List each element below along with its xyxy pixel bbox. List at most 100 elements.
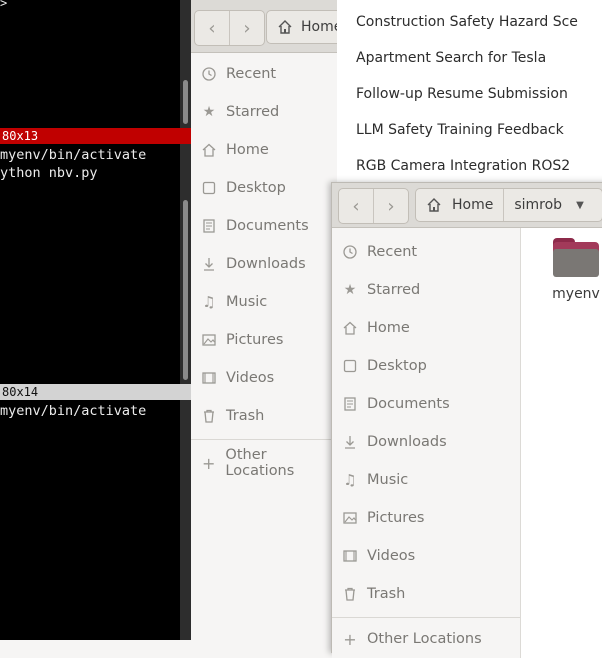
terminal-scroll-thumb[interactable]: [183, 80, 188, 124]
terminal-prompt: >: [0, 0, 8, 10]
menu-item[interactable]: Construction Safety Hazard Sce: [356, 12, 578, 32]
file-view[interactable]: myenv: [521, 228, 602, 658]
terminal-pane1[interactable]: myenv/bin/activate ython nbv.py: [0, 146, 180, 382]
path-bar: Home simrob ▼: [415, 188, 602, 222]
plus-icon: +: [343, 629, 357, 649]
sidebar-item-label: Home: [367, 320, 410, 336]
music-icon: ♫: [343, 471, 357, 489]
chevron-left-icon: ‹: [208, 17, 216, 39]
sidebar-item-label: Music: [226, 294, 268, 310]
sidebar-item-label: Starred: [226, 104, 280, 120]
sidebar-separator: [332, 617, 520, 618]
terminal-pane1-size: 80x13: [2, 129, 39, 143]
sidebar-item-label: Trash: [367, 586, 406, 602]
sidebar-item-label: Videos: [367, 548, 416, 564]
forward-button[interactable]: ›: [374, 189, 408, 223]
clock-icon: [342, 244, 358, 260]
sidebar-item-videos[interactable]: Videos: [191, 359, 336, 397]
picture-icon: [201, 332, 217, 348]
terminal-pane2[interactable]: myenv/bin/activate: [0, 402, 180, 640]
sidebar: Recent ★ Starred Home Desktop Documents …: [332, 228, 521, 658]
terminal-scroll-thumb-2[interactable]: [183, 200, 188, 380]
terminal-line: ython nbv.py: [0, 165, 98, 181]
desktop-icon: [342, 358, 358, 374]
caret-down-icon: ▼: [576, 199, 584, 211]
sidebar-separator: [191, 439, 336, 440]
sidebar-item-recent[interactable]: Recent: [191, 55, 336, 93]
home-icon: [342, 320, 358, 336]
chevron-left-icon: ‹: [352, 195, 360, 217]
menu-item[interactable]: Apartment Search for Tesla: [356, 48, 546, 68]
path-simrob-button[interactable]: simrob ▼: [504, 189, 593, 221]
download-icon: [342, 434, 358, 450]
folder-icon[interactable]: [553, 238, 599, 278]
home-icon: [278, 20, 292, 34]
sidebar-item-label: Starred: [367, 282, 421, 298]
sidebar-item-label: Pictures: [367, 510, 425, 526]
folder-label[interactable]: myenv: [543, 286, 602, 302]
terminal-line: myenv/bin/activate: [0, 147, 147, 163]
home-icon: [201, 142, 217, 158]
sidebar-item-label: Other Locations: [225, 447, 295, 479]
menu-item[interactable]: RGB Camera Integration ROS2: [356, 156, 570, 176]
sidebar-item-home[interactable]: Home: [332, 309, 520, 347]
menu-item[interactable]: LLM Safety Training Feedback: [356, 120, 564, 140]
sidebar-item-trash[interactable]: Trash: [191, 397, 336, 435]
music-icon: ♫: [202, 293, 216, 311]
sidebar-item-other-locations[interactable]: + Other Locations: [332, 620, 520, 658]
document-icon: [342, 396, 358, 412]
sidebar-item-other-locations[interactable]: + Other Locations: [191, 444, 336, 482]
sidebar-item-label: Trash: [226, 408, 265, 424]
sidebar-item-pictures[interactable]: Pictures: [332, 499, 520, 537]
sidebar-item-label: Home: [226, 142, 269, 158]
terminal-pane2-size: 80x14: [2, 385, 39, 399]
trash-icon: [342, 586, 358, 602]
nav-buttons: ‹ ›: [194, 10, 265, 46]
terminal-pane1-titlebar[interactable]: 80x13: [0, 128, 191, 144]
sidebar-item-label: Other Locations: [367, 631, 482, 647]
home-icon: [427, 198, 441, 212]
sidebar-item-label: Downloads: [226, 256, 306, 272]
sidebar-item-desktop[interactable]: Desktop: [191, 169, 336, 207]
sidebar-item-videos[interactable]: Videos: [332, 537, 520, 575]
sidebar-item-label: Recent: [367, 244, 418, 260]
sidebar-item-documents[interactable]: Documents: [332, 385, 520, 423]
sidebar-item-label: Documents: [226, 218, 309, 234]
sidebar-item-starred[interactable]: ★ Starred: [332, 271, 520, 309]
document-icon: [201, 218, 217, 234]
sidebar-item-pictures[interactable]: Pictures: [191, 321, 336, 359]
sidebar-item-documents[interactable]: Documents: [191, 207, 336, 245]
star-icon: ★: [343, 282, 357, 298]
terminal-scrollbar[interactable]: [180, 0, 191, 640]
back-button[interactable]: ‹: [339, 189, 374, 223]
sidebar-item-recent[interactable]: Recent: [332, 233, 520, 271]
nav-buttons: ‹ ›: [338, 188, 409, 224]
path-label: Home: [452, 197, 494, 213]
video-icon: [201, 370, 217, 386]
chevron-right-icon: ›: [243, 17, 251, 39]
files-window-front[interactable]: ‹ › Home simrob ▼ Recent ★ Starred Home: [331, 182, 602, 658]
sidebar-item-home[interactable]: Home: [191, 131, 336, 169]
forward-button[interactable]: ›: [230, 11, 264, 45]
terminal-window[interactable]: > 80x13 myenv/bin/activate ython nbv.py …: [0, 0, 191, 640]
sidebar-item-music[interactable]: ♫ Music: [191, 283, 336, 321]
sidebar-item-downloads[interactable]: Downloads: [191, 245, 336, 283]
menu-item[interactable]: Follow-up Resume Submission: [356, 84, 568, 104]
sidebar-item-label: Desktop: [367, 358, 427, 374]
sidebar-item-trash[interactable]: Trash: [332, 575, 520, 613]
sidebar-item-starred[interactable]: ★ Starred: [191, 93, 336, 131]
path-label: simrob: [514, 197, 563, 213]
sidebar-item-downloads[interactable]: Downloads: [332, 423, 520, 461]
clock-icon: [201, 66, 217, 82]
path-home-button[interactable]: Home: [416, 189, 505, 221]
sidebar-item-label: Documents: [367, 396, 450, 412]
terminal-pane2-titlebar[interactable]: 80x14: [0, 384, 191, 400]
path-home-button[interactable]: Home: [266, 10, 346, 44]
sidebar-item-desktop[interactable]: Desktop: [332, 347, 520, 385]
download-icon: [201, 256, 217, 272]
sidebar-item-music[interactable]: ♫ Music: [332, 461, 520, 499]
headerbar: ‹ › Home simrob ▼: [332, 183, 602, 228]
desktop-icon: [201, 180, 217, 196]
chevron-right-icon: ›: [387, 195, 395, 217]
back-button[interactable]: ‹: [195, 11, 230, 45]
